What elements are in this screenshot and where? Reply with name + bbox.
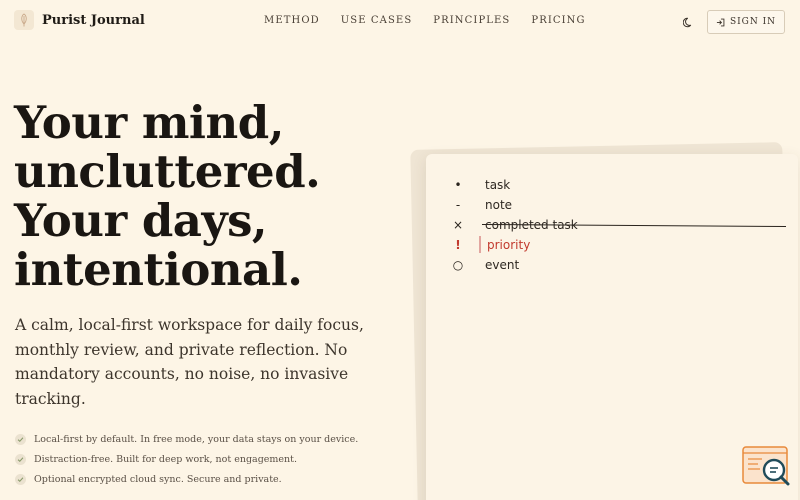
dash-symbol: - (455, 198, 461, 212)
feature-item: Distraction-free. Built for deep work, n… (15, 449, 358, 469)
hero-title-line: intentional. (14, 243, 303, 296)
search-chat-icon (742, 446, 790, 486)
bullet-symbol: • (454, 178, 462, 192)
feature-text: Local-first by default. In free mode, yo… (34, 433, 359, 445)
check-icon (15, 433, 26, 445)
journal-entry-note: - note (426, 195, 798, 215)
entry-label: task (485, 178, 511, 192)
check-icon (15, 453, 26, 465)
hero-title-line: Your mind, (14, 96, 284, 149)
sign-in-icon (716, 18, 725, 26)
nav-item-method[interactable]: METHOD (264, 15, 320, 26)
main-nav: METHOD USE CASES PRINCIPLES PRICING (264, 15, 586, 26)
cross-symbol: × (452, 218, 464, 232)
entry-label: note (485, 198, 513, 212)
entry-label: event (485, 258, 520, 272)
nav-item-principles[interactable]: PRINCIPLES (433, 15, 510, 26)
sign-in-label: SIGN IN (729, 17, 777, 27)
journal-entry-task: • task (426, 175, 798, 195)
hero-title: Your mind, uncluttered. Your days, inten… (14, 98, 394, 294)
feature-item: Local-first by default. In free mode, yo… (15, 429, 358, 449)
hero-title-line: uncluttered. (14, 145, 321, 198)
journal-entry-event: ○ event (426, 255, 798, 275)
feature-list: Local-first by default. In free mode, yo… (15, 429, 358, 489)
nav-item-pricing[interactable]: PRICING (531, 15, 585, 26)
hero-subtitle: A calm, local-first workspace for daily … (15, 316, 364, 408)
exclamation-symbol: ! (455, 238, 461, 252)
theme-toggle-button[interactable] (680, 14, 696, 30)
hero-title-line: Your days, (14, 194, 268, 247)
feather-logo-icon (14, 10, 34, 30)
feature-text: Optional encrypted cloud sync. Secure an… (34, 473, 282, 485)
circle-symbol: ○ (452, 258, 464, 272)
check-icon (15, 473, 26, 485)
priority-marker (479, 236, 481, 253)
header: Purist Journal METHOD USE CASES PRINCIPL… (0, 0, 800, 44)
entry-label: priority (487, 238, 531, 252)
nav-item-use-cases[interactable]: USE CASES (341, 15, 413, 26)
moon-icon (682, 17, 691, 27)
support-widget-button[interactable] (742, 446, 792, 486)
journal-entry-priority: ! priority (426, 235, 798, 255)
sign-in-button[interactable]: SIGN IN (707, 10, 785, 34)
feature-item: Optional encrypted cloud sync. Secure an… (15, 469, 358, 489)
brand-name: Purist Journal (42, 12, 145, 28)
journal-entry-completed: × completed task (426, 215, 798, 235)
feature-text: Distraction-free. Built for deep work, n… (34, 453, 297, 465)
brand[interactable]: Purist Journal (14, 10, 145, 30)
